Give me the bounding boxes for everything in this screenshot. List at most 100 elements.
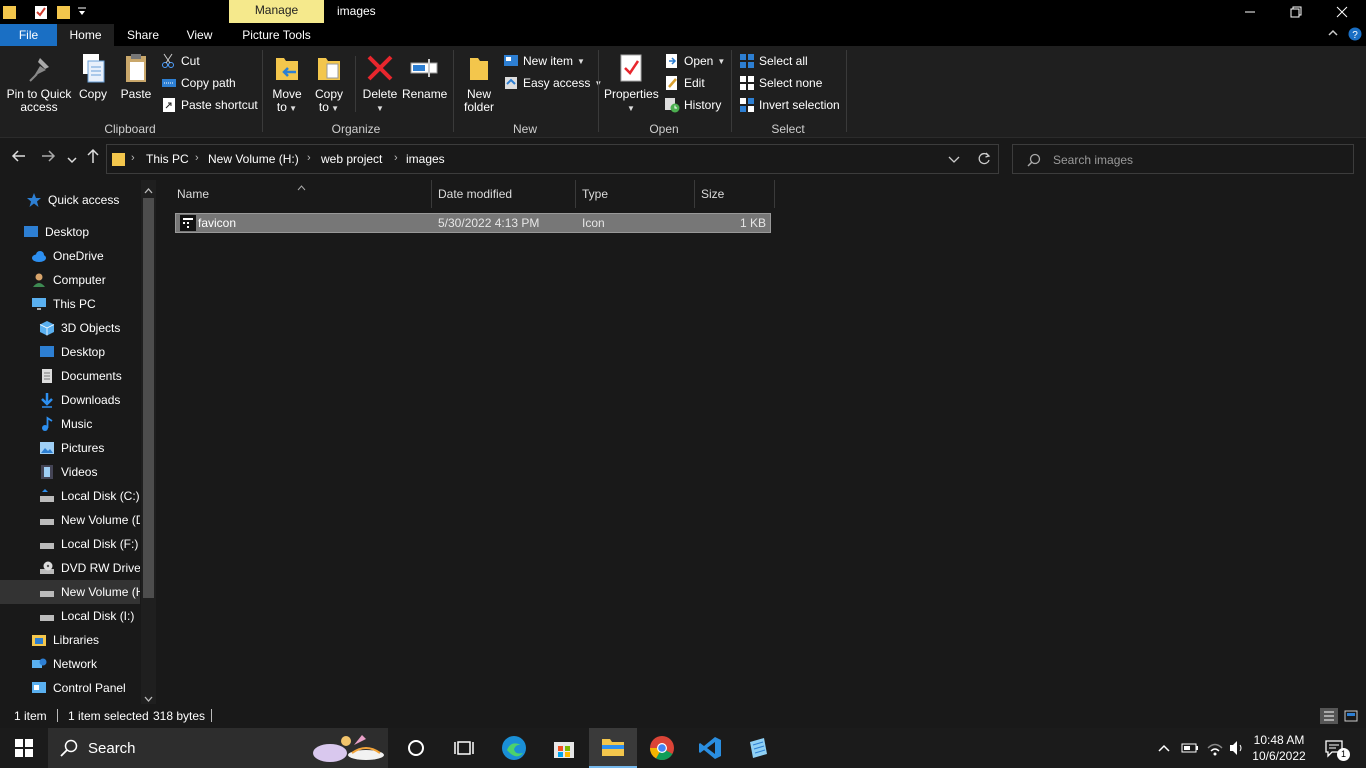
large-icons-view-button[interactable] bbox=[1343, 708, 1359, 727]
open-button[interactable]: Open ▼ bbox=[664, 51, 725, 71]
delete-button[interactable]: Delete ▼ bbox=[361, 52, 399, 115]
invert-selection-button[interactable]: Invert selection bbox=[739, 95, 840, 115]
copy-to-button[interactable]: Copy to ▼ bbox=[312, 52, 346, 115]
refresh-button[interactable] bbox=[977, 152, 991, 169]
nav-item-documents[interactable]: Documents bbox=[0, 364, 140, 388]
breadcrumb-images[interactable]: images bbox=[406, 152, 445, 166]
properties-qat-icon[interactable] bbox=[34, 4, 48, 23]
restore-button[interactable] bbox=[1273, 0, 1319, 24]
nav-item-libraries[interactable]: Libraries bbox=[0, 628, 140, 652]
pin-to-quick-access-button[interactable]: Pin to Quick access bbox=[6, 52, 72, 114]
nav-item-onedrive[interactable]: OneDrive bbox=[0, 244, 140, 268]
nav-item-control-panel[interactable]: Control Panel bbox=[0, 676, 140, 700]
back-button[interactable] bbox=[11, 148, 27, 169]
rename-button[interactable]: Rename bbox=[402, 52, 447, 101]
start-button[interactable] bbox=[0, 728, 48, 768]
arrow-right-icon bbox=[42, 150, 56, 162]
properties-button[interactable]: Properties ▼ bbox=[604, 52, 659, 115]
nav-item-downloads[interactable]: Downloads bbox=[0, 388, 140, 412]
tab-view[interactable]: View bbox=[172, 24, 227, 46]
nav-item-desktop[interactable]: Desktop bbox=[0, 220, 140, 244]
new-item-button[interactable]: New item ▼ bbox=[503, 51, 585, 71]
chrome-taskbar-button[interactable] bbox=[638, 728, 686, 768]
show-hidden-icons-button[interactable] bbox=[1158, 742, 1170, 756]
new-folder-button[interactable]: New folder bbox=[460, 52, 498, 114]
breadcrumb-web-project[interactable]: web project bbox=[321, 152, 382, 166]
manage-context-tab[interactable]: Manage bbox=[229, 0, 324, 23]
file-explorer-taskbar-button[interactable] bbox=[589, 728, 637, 768]
search-box[interactable] bbox=[1012, 144, 1354, 174]
recent-locations-button[interactable] bbox=[67, 152, 77, 170]
new-folder-qat-icon[interactable] bbox=[57, 4, 70, 23]
nav-item-3d-objects[interactable]: 3D Objects bbox=[0, 316, 140, 340]
nav-item-new-volume-d[interactable]: New Volume (D bbox=[0, 508, 140, 532]
nav-item-dvd-rw-drive[interactable]: DVD RW Drive bbox=[0, 556, 140, 580]
pin-label-line2: access bbox=[20, 100, 58, 114]
nav-item-desktop-pc[interactable]: Desktop bbox=[0, 340, 140, 364]
cut-button[interactable]: Cut bbox=[161, 51, 200, 71]
paste-button[interactable]: Paste bbox=[118, 52, 154, 101]
easy-access-button[interactable]: Easy access ▼ bbox=[503, 73, 602, 93]
taskbar-search-box[interactable]: Search bbox=[48, 728, 388, 768]
table-row[interactable]: favicon 5/30/2022 4:13 PM Icon 1 KB bbox=[175, 213, 771, 233]
column-header-type[interactable]: Type bbox=[576, 180, 695, 208]
nav-item-new-volume-h[interactable]: New Volume (H bbox=[0, 580, 140, 604]
address-dropdown-button[interactable] bbox=[948, 154, 960, 168]
task-view-button[interactable] bbox=[440, 728, 488, 768]
volume-icon[interactable] bbox=[1228, 740, 1246, 759]
history-button[interactable]: History bbox=[664, 95, 721, 115]
minimize-button[interactable] bbox=[1227, 0, 1273, 24]
move-to-button[interactable]: Move to ▼ bbox=[270, 52, 304, 115]
copy-path-button[interactable]: Copy path bbox=[161, 73, 236, 93]
nav-item-network[interactable]: Network bbox=[0, 652, 140, 676]
wifi-icon[interactable] bbox=[1206, 740, 1224, 759]
nav-label: Desktop bbox=[45, 225, 90, 239]
breadcrumb-this-pc[interactable]: This PC bbox=[146, 152, 189, 166]
nav-item-quick-access[interactable]: Quick access bbox=[0, 188, 140, 212]
chevron-up-icon bbox=[1158, 744, 1170, 752]
column-header-date-modified[interactable]: Date modified bbox=[432, 180, 576, 208]
nav-label: Libraries bbox=[53, 633, 100, 647]
select-all-button[interactable]: Select all bbox=[739, 51, 808, 71]
address-bar[interactable]: › This PC › New Volume (H:) › web projec… bbox=[106, 144, 999, 174]
close-button[interactable] bbox=[1319, 0, 1365, 24]
nav-item-local-disk-f[interactable]: Local Disk (F:) bbox=[0, 532, 140, 556]
breadcrumb-new-volume[interactable]: New Volume (H:) bbox=[208, 152, 299, 166]
customize-qat-icon[interactable] bbox=[77, 6, 87, 20]
forward-button[interactable] bbox=[40, 148, 56, 169]
nav-item-local-disk-c[interactable]: Local Disk (C:) bbox=[0, 484, 140, 508]
taskbar-clock[interactable]: 10:48 AM 10/6/2022 bbox=[1250, 732, 1308, 764]
tab-picture-tools[interactable]: Picture Tools bbox=[229, 24, 324, 46]
column-header-size[interactable]: Size bbox=[695, 180, 775, 208]
nav-item-local-disk-i[interactable]: Local Disk (I:) bbox=[0, 604, 140, 628]
vscode-taskbar-button[interactable] bbox=[686, 728, 734, 768]
search-input[interactable] bbox=[1053, 151, 1343, 169]
tab-home[interactable]: Home bbox=[57, 24, 114, 46]
edge-taskbar-button[interactable] bbox=[490, 728, 538, 768]
nav-item-pictures[interactable]: Pictures bbox=[0, 436, 140, 460]
edit-button[interactable]: Edit bbox=[664, 73, 705, 93]
invert-selection-icon bbox=[739, 97, 755, 113]
battery-icon[interactable] bbox=[1181, 741, 1199, 758]
tab-file[interactable]: File bbox=[0, 24, 57, 46]
nav-item-videos[interactable]: Videos bbox=[0, 460, 140, 484]
cortana-button[interactable] bbox=[392, 728, 440, 768]
nav-item-this-pc[interactable]: This PC bbox=[0, 292, 140, 316]
store-taskbar-button[interactable] bbox=[540, 728, 588, 768]
column-header-name[interactable]: Name bbox=[171, 180, 432, 208]
copy-button[interactable]: Copy bbox=[76, 52, 110, 101]
collapse-ribbon-icon[interactable] bbox=[1327, 27, 1339, 42]
cortana-circle-icon bbox=[408, 740, 424, 756]
group-divider bbox=[731, 50, 732, 132]
nav-scrollbar-thumb[interactable] bbox=[143, 198, 154, 598]
nav-item-computer[interactable]: Computer bbox=[0, 268, 140, 292]
details-view-button[interactable] bbox=[1320, 708, 1338, 724]
up-button[interactable] bbox=[85, 148, 101, 169]
nav-item-music[interactable]: Music bbox=[0, 412, 140, 436]
scroll-up-icon[interactable] bbox=[144, 184, 153, 198]
notepad-taskbar-button[interactable] bbox=[734, 728, 782, 768]
select-none-button[interactable]: Select none bbox=[739, 73, 822, 93]
help-icon[interactable]: ? bbox=[1348, 27, 1362, 44]
tab-share[interactable]: Share bbox=[114, 24, 172, 46]
paste-shortcut-button[interactable]: Paste shortcut bbox=[161, 95, 258, 115]
